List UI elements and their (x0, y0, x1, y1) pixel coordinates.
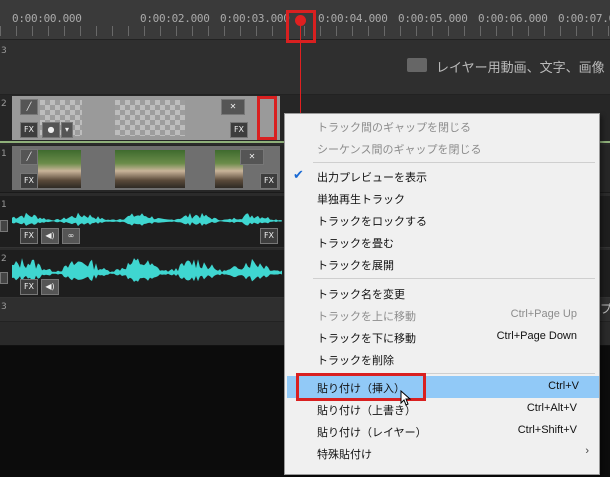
fx-icon[interactable]: FX (20, 279, 38, 295)
menu-item-paste-overwrite[interactable]: 貼り付け（上書き） Ctrl+Alt+V (285, 398, 599, 420)
clip-thumbnail (115, 150, 185, 188)
fx-icon[interactable]: FX (20, 173, 38, 189)
annotation-box-playhead (286, 10, 316, 43)
menu-item-solo-track[interactable]: 単独再生トラック (285, 187, 599, 209)
menu-separator (313, 278, 595, 279)
menu-item-close-track-gap[interactable]: トラック間のギャップを閉じる (285, 115, 599, 137)
transition-icon[interactable]: ✕ (240, 149, 264, 165)
layer-hint-icon (407, 58, 427, 72)
annotation-box-gap (257, 96, 277, 140)
transition-icon[interactable]: ✕ (221, 99, 245, 115)
ruler-timecode: 0:00:02.000 (140, 12, 210, 25)
menu-item-special-paste[interactable]: 特殊貼付け › (285, 442, 599, 464)
fx-icon[interactable]: FX (260, 228, 278, 244)
track-color-marker (0, 220, 8, 232)
microphone-icon[interactable]: ● (42, 122, 60, 138)
track-number: 3 (1, 302, 7, 312)
ruler-timecode: 0:00:06.000 (478, 12, 548, 25)
edit-icon[interactable]: ╱ (20, 99, 38, 115)
clip-thumbnail (215, 150, 243, 188)
clip-thumbnail (115, 100, 185, 136)
bottom-hint-text: プ (600, 302, 610, 316)
clip-thumbnail (38, 150, 81, 188)
menu-item-show-output-preview[interactable]: ✔ 出力プレビューを表示 (285, 165, 599, 187)
track-number: 2 (1, 254, 7, 264)
track-number: 1 (1, 149, 7, 159)
ruler-timecode: 0:00:00.000 (12, 12, 82, 25)
fx-icon[interactable]: FX (230, 122, 248, 138)
fx-icon[interactable]: FX (20, 228, 38, 244)
edit-icon[interactable]: ╱ (20, 149, 38, 165)
track-color-marker (0, 272, 8, 284)
track-number: 2 (1, 99, 7, 109)
menu-separator (313, 162, 595, 163)
fx-icon[interactable]: FX (20, 122, 38, 138)
ruler-timecode: 0:00:07.000 (558, 12, 610, 25)
menu-item-collapse-track[interactable]: トラックを畳む (285, 231, 599, 253)
chevron-right-icon: › (585, 445, 589, 457)
mouse-cursor-icon (400, 390, 412, 406)
chevron-down-icon[interactable]: ▾ (61, 122, 73, 138)
track-number: 3 (1, 46, 7, 56)
menu-item-move-track-down[interactable]: トラックを下に移動 Ctrl+Page Down (285, 326, 599, 348)
menu-item-paste-layer[interactable]: 貼り付け（レイヤー） Ctrl+Shift+V (285, 420, 599, 442)
menu-item-expand-track[interactable]: トラックを展開 (285, 253, 599, 275)
track-title-3[interactable]: 3 レイヤー用動画、文字、画像 (0, 40, 610, 95)
speaker-icon[interactable]: ◀) (41, 279, 59, 295)
context-menu: トラック間のギャップを閉じる シーケンス間のギャップを閉じる ✔ 出力プレビューを… (284, 113, 600, 475)
checkmark-icon: ✔ (293, 167, 304, 182)
fx-icon[interactable]: FX (260, 173, 278, 189)
speaker-icon[interactable]: ◀) (41, 228, 59, 244)
menu-item-close-sequence-gap[interactable]: シーケンス間のギャップを閉じる (285, 137, 599, 159)
menu-item-rename-track[interactable]: トラック名を変更 (285, 282, 599, 304)
ruler-timecode: 0:00:03.000 (220, 12, 290, 25)
menu-item-lock-track[interactable]: トラックをロックする (285, 209, 599, 231)
ruler-timecode: 0:00:05.000 (398, 12, 468, 25)
layer-hint-text: レイヤー用動画、文字、画像 (436, 61, 605, 76)
track-number: 1 (1, 200, 7, 210)
menu-item-delete-track[interactable]: トラックを削除 (285, 348, 599, 370)
link-icon[interactable]: ∞ (62, 228, 80, 244)
menu-item-move-track-up[interactable]: トラックを上に移動 Ctrl+Page Up (285, 304, 599, 326)
ruler-timecode: 0:00:04.000 (318, 12, 388, 25)
